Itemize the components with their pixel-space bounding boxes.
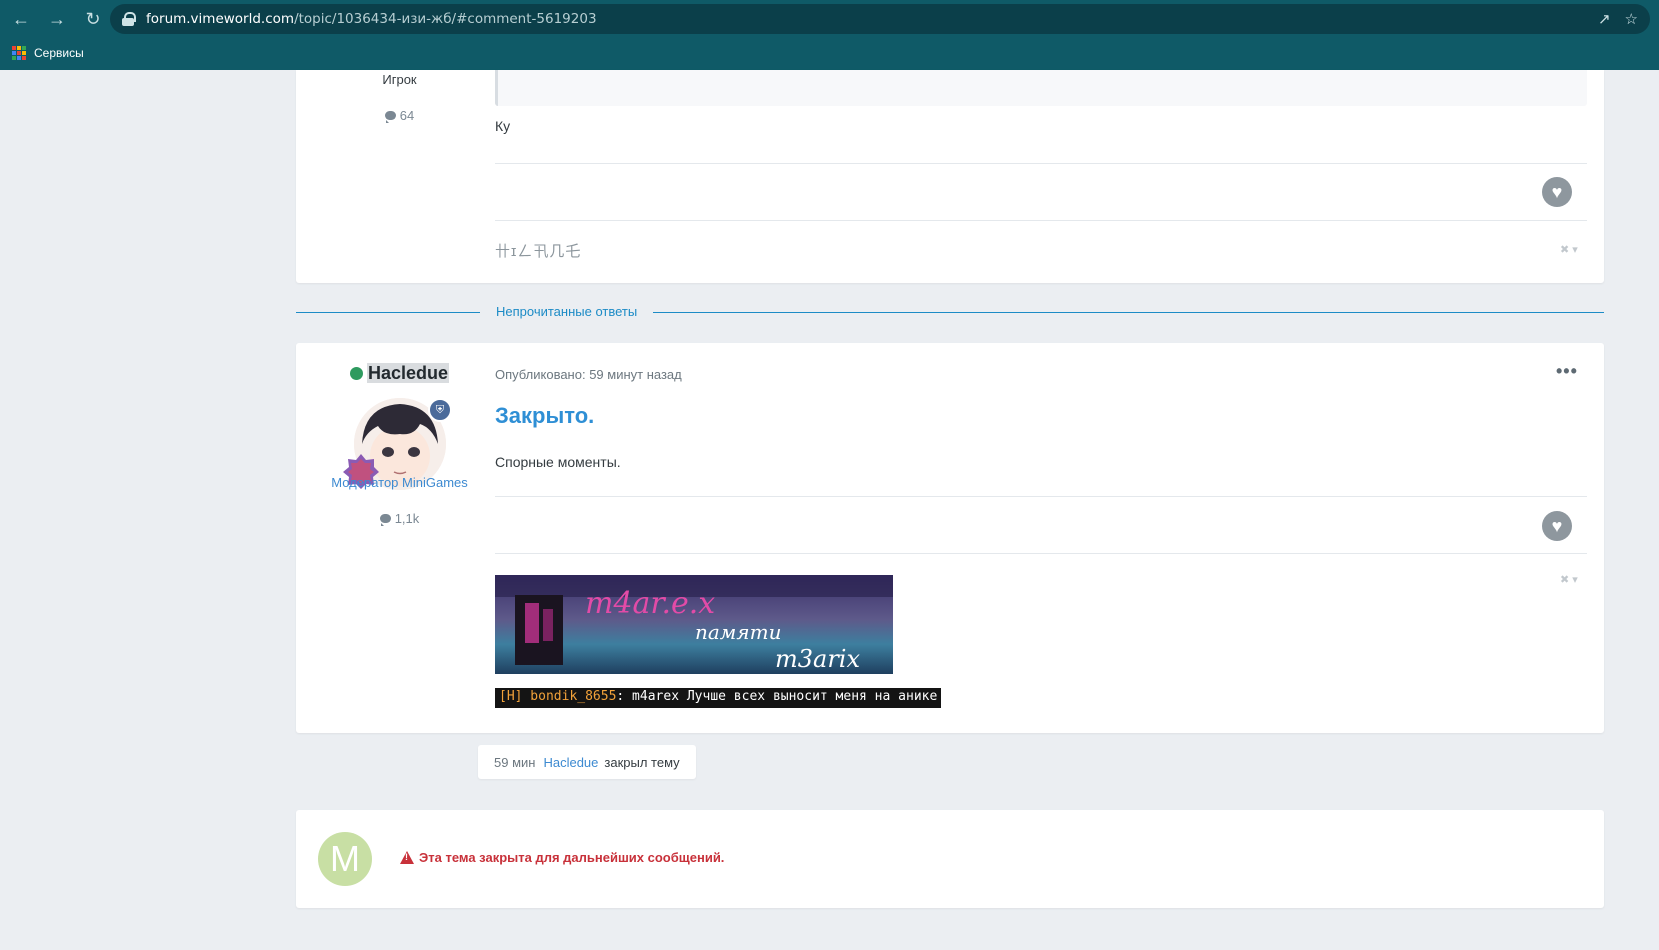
url-path: /topic/1036434-изи-жб/#comment-5619203 xyxy=(294,11,597,27)
post-date[interactable]: Опубликовано: 59 минут назад xyxy=(495,367,682,382)
unread-label: Непрочитанные ответы xyxy=(480,304,654,319)
signature-toggle-icon[interactable]: ✖ ▾ xyxy=(1560,573,1578,586)
warning-icon xyxy=(400,851,414,864)
chat-player-tag: [H] bondik_8655 xyxy=(499,689,617,704)
online-status-icon xyxy=(349,367,363,380)
heart-icon[interactable]: ♥ xyxy=(1542,177,1572,207)
post-card-previous: Игрок 64 Ку ♥ 卄ɪㄥ卂几乇 ✖ ▾ xyxy=(296,70,1604,283)
author-name-row: Hacledue xyxy=(296,363,503,384)
url-text[interactable]: forum.vimeworld.com/topic/1036434-изи-жб… xyxy=(146,11,597,27)
url-host: forum.vimeworld.com xyxy=(146,11,295,27)
divider-line xyxy=(495,163,1587,164)
banner-line3: m3arix xyxy=(775,645,860,673)
author-meta: Модератор MiniGames 1,1k xyxy=(296,475,503,528)
author-rank: Игрок xyxy=(382,72,417,87)
browser-toolbar: ← → ↻ forum.vimeworld.com/topic/1036434-… xyxy=(0,0,1659,70)
post-count: 64 xyxy=(296,107,503,125)
author-name[interactable]: Hacledue xyxy=(366,363,450,383)
signature-banner: m4ar.e.x памяти m3arix xyxy=(495,575,893,674)
author-column: Hacledue xyxy=(296,363,503,384)
heart-icon[interactable]: ♥ xyxy=(1542,511,1572,541)
signature-text: 卄ɪㄥ卂几乇 xyxy=(495,243,582,260)
divider-line xyxy=(495,553,1587,554)
reply-closed-box: M Эта тема закрыта для дальнейших сообще… xyxy=(296,810,1604,908)
more-options-icon[interactable]: ••• xyxy=(1556,361,1578,382)
quote-block xyxy=(495,70,1587,106)
post-count: 1,1k xyxy=(296,510,503,528)
post-text: Ку xyxy=(495,118,511,134)
post-text: Спорные моменты. xyxy=(495,454,621,470)
chat-message: : m4arex Лучше всех выносит меня на аник… xyxy=(616,689,938,704)
address-bar[interactable]: forum.vimeworld.com/topic/1036434-изи-жб… xyxy=(110,4,1650,34)
moderator-shield-icon: ⛨ xyxy=(428,398,452,422)
post-count-value: 1,1k xyxy=(394,511,420,526)
divider-line xyxy=(495,220,1587,221)
reload-icon[interactable]: ↻ xyxy=(78,4,108,34)
signature-banner-image: m4ar.e.x памяти m3arix xyxy=(495,575,893,674)
lock-icon[interactable] xyxy=(122,12,136,26)
comment-bubble-icon xyxy=(384,111,396,123)
bookmarks-bar: Сервисы xyxy=(12,42,84,64)
share-icon[interactable]: ↗ xyxy=(1598,10,1611,28)
url-row: ← → ↻ forum.vimeworld.com/topic/1036434-… xyxy=(0,0,1659,38)
event-action: закрыл тему xyxy=(604,754,680,770)
topic-closed-event: 59 мин Hacledue закрыл тему xyxy=(478,745,696,779)
event-time[interactable]: 59 мин xyxy=(494,755,535,770)
divider-line xyxy=(495,496,1587,497)
user-avatar: M xyxy=(318,832,372,886)
author-group[interactable]: Модератор MiniGames xyxy=(296,475,503,490)
closed-message: Эта тема закрыта для дальнейших сообщени… xyxy=(400,850,724,865)
post-card: Hacledue ⛨ Модератор MiniGames 1,1k Опуб… xyxy=(296,343,1604,733)
forward-arrow-icon[interactable]: → xyxy=(42,4,72,34)
banner-line1: m4ar.e.x xyxy=(585,586,715,621)
signature-chat-line: [H] bondik_8655: m4arex Лучше всех вынос… xyxy=(495,688,942,708)
star-icon[interactable]: ☆ xyxy=(1625,10,1638,28)
closed-message-text: Эта тема закрыта для дальнейших сообщени… xyxy=(419,850,725,865)
event-user[interactable]: Hacledue xyxy=(543,755,598,770)
omnibox-actions: ↗ ☆ xyxy=(1598,10,1638,28)
author-column: Игрок 64 xyxy=(296,72,503,125)
comment-bubble-icon xyxy=(379,514,391,526)
post-title: Закрыто. xyxy=(495,403,595,428)
banner-line2: памяти xyxy=(695,620,781,644)
apps-grid-icon[interactable] xyxy=(12,46,26,60)
bookmark-services[interactable]: Сервисы xyxy=(34,46,84,60)
signature-toggle-icon[interactable]: ✖ ▾ xyxy=(1560,243,1578,256)
post-count-value: 64 xyxy=(399,108,415,123)
back-arrow-icon[interactable]: ← xyxy=(6,4,36,34)
